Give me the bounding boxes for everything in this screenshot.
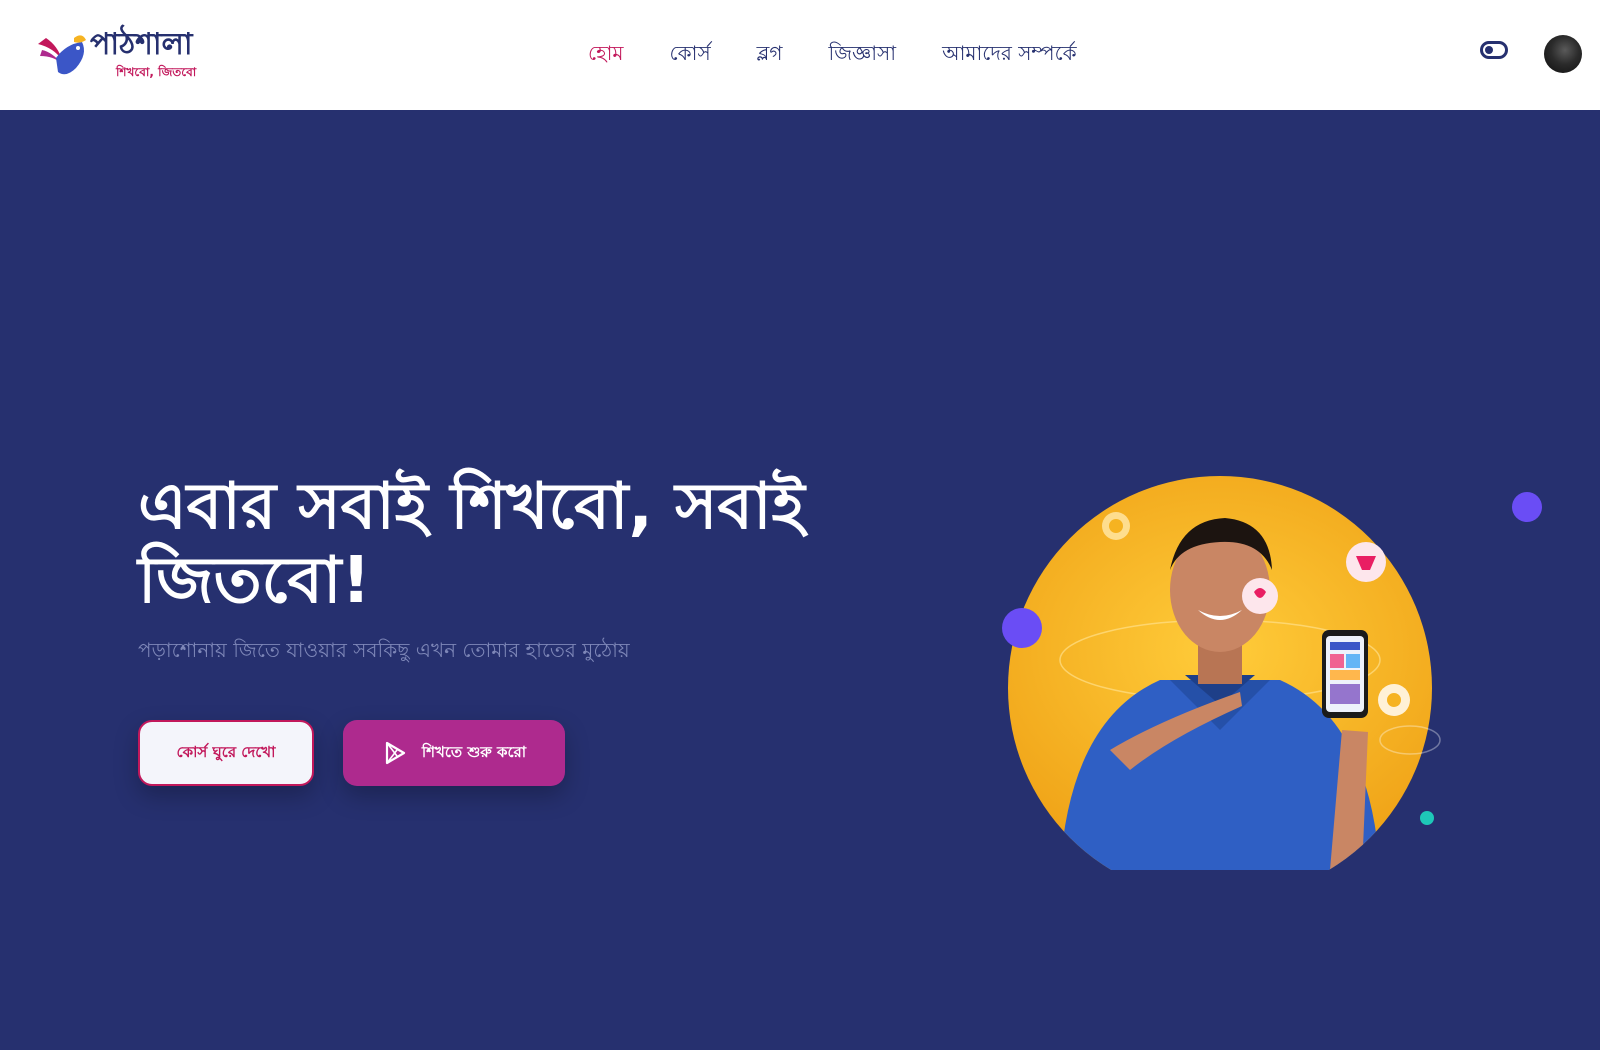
theme-toggle-icon[interactable] — [1480, 41, 1508, 59]
person-holding-phone-illustration — [1008, 476, 1441, 870]
explore-courses-label: কোর্স ঘুরে দেখো — [176, 742, 276, 761]
logo[interactable]: পাঠশালা শিখবো, জিতবো — [36, 28, 216, 84]
nav-about[interactable]: আমাদের সম্পর্কে — [942, 36, 1077, 70]
main-nav: হোম কোর্স ব্লগ জিজ্ঞাসা আমাদের সম্পর্কে — [588, 36, 1077, 70]
navbar: পাঠশালা শিখবো, জিতবো হোম কোর্স ব্লগ জিজ্… — [0, 0, 1600, 110]
play-store-icon — [385, 741, 405, 765]
hero-title: এবার সবাই শিখবো, সবাই জিতবো! — [138, 470, 805, 618]
start-learning-button[interactable]: শিখতে শুরু করো — [343, 720, 565, 786]
decor-dot-teal — [1420, 811, 1434, 825]
logo-name: পাঠশালা — [90, 27, 193, 62]
bird-logo-icon — [38, 35, 86, 75]
logo-tagline: শিখবো, জিতবো — [116, 65, 197, 79]
decor-dot-purple-right — [1512, 492, 1542, 522]
nav-faq[interactable]: জিজ্ঞাসা — [828, 36, 896, 70]
hero-subtitle: পড়াশোনায় জিতে যাওয়ার সবকিছু এখন তোমার… — [138, 638, 630, 662]
toggle-knob — [1485, 46, 1493, 54]
decor-dot-purple-left — [1002, 608, 1042, 648]
nav-blog[interactable]: ব্লগ — [757, 36, 783, 70]
nav-courses[interactable]: কোর্স — [670, 36, 711, 70]
explore-courses-button[interactable]: কোর্স ঘুরে দেখো — [138, 720, 314, 786]
start-learning-label: শিখতে শুরু করো — [421, 742, 527, 761]
user-avatar[interactable] — [1544, 35, 1582, 73]
nav-home[interactable]: হোম — [588, 36, 624, 70]
